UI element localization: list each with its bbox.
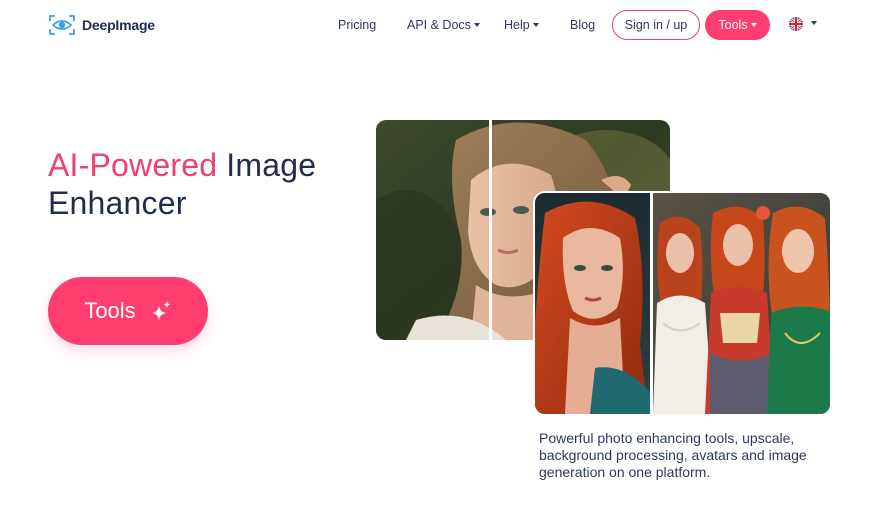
caret-down-icon [532, 22, 539, 27]
language-selector[interactable] [789, 17, 817, 31]
collage-divider [650, 193, 653, 414]
hero-title: AI-Powered Image Enhancer [48, 146, 316, 222]
nav-blog-label: Blog [570, 18, 596, 32]
caret-down-icon [811, 21, 817, 25]
tools-cta-button[interactable]: Tools [48, 277, 208, 345]
hero-title-line2: Enhancer [48, 185, 187, 221]
hero-title-highlight: AI-Powered [48, 147, 218, 183]
tools-nav-label: Tools [718, 18, 748, 32]
tools-nav-button[interactable]: Tools [705, 10, 770, 40]
caret-down-icon [473, 22, 480, 27]
avatars-illustration [535, 193, 830, 414]
caret-down-icon [750, 22, 757, 27]
nav-help[interactable]: Help [504, 11, 539, 39]
hero-description: Powerful photo enhancing tools, upscale,… [539, 430, 807, 480]
hero-title-rest: Image [217, 147, 317, 183]
tools-cta-label: Tools [84, 298, 136, 323]
uk-flag-icon [789, 17, 803, 31]
nav-api-docs-label: API & Docs [407, 18, 471, 32]
brand-name: DeepImage [82, 17, 155, 33]
comparison-divider [489, 120, 492, 340]
sparkle-icon [151, 301, 171, 320]
eye-logo-icon [49, 15, 75, 35]
nav-pricing-label: Pricing [338, 18, 377, 32]
avatars-collage-image [535, 193, 830, 414]
nav-pricing[interactable]: Pricing [338, 11, 376, 39]
signin-button[interactable]: Sign in / up [612, 10, 700, 40]
nav-blog[interactable]: Blog [570, 11, 595, 39]
nav-api-docs[interactable]: API & Docs [407, 11, 480, 39]
nav-help-label: Help [504, 18, 530, 32]
brand-logo[interactable]: DeepImage [48, 14, 155, 36]
